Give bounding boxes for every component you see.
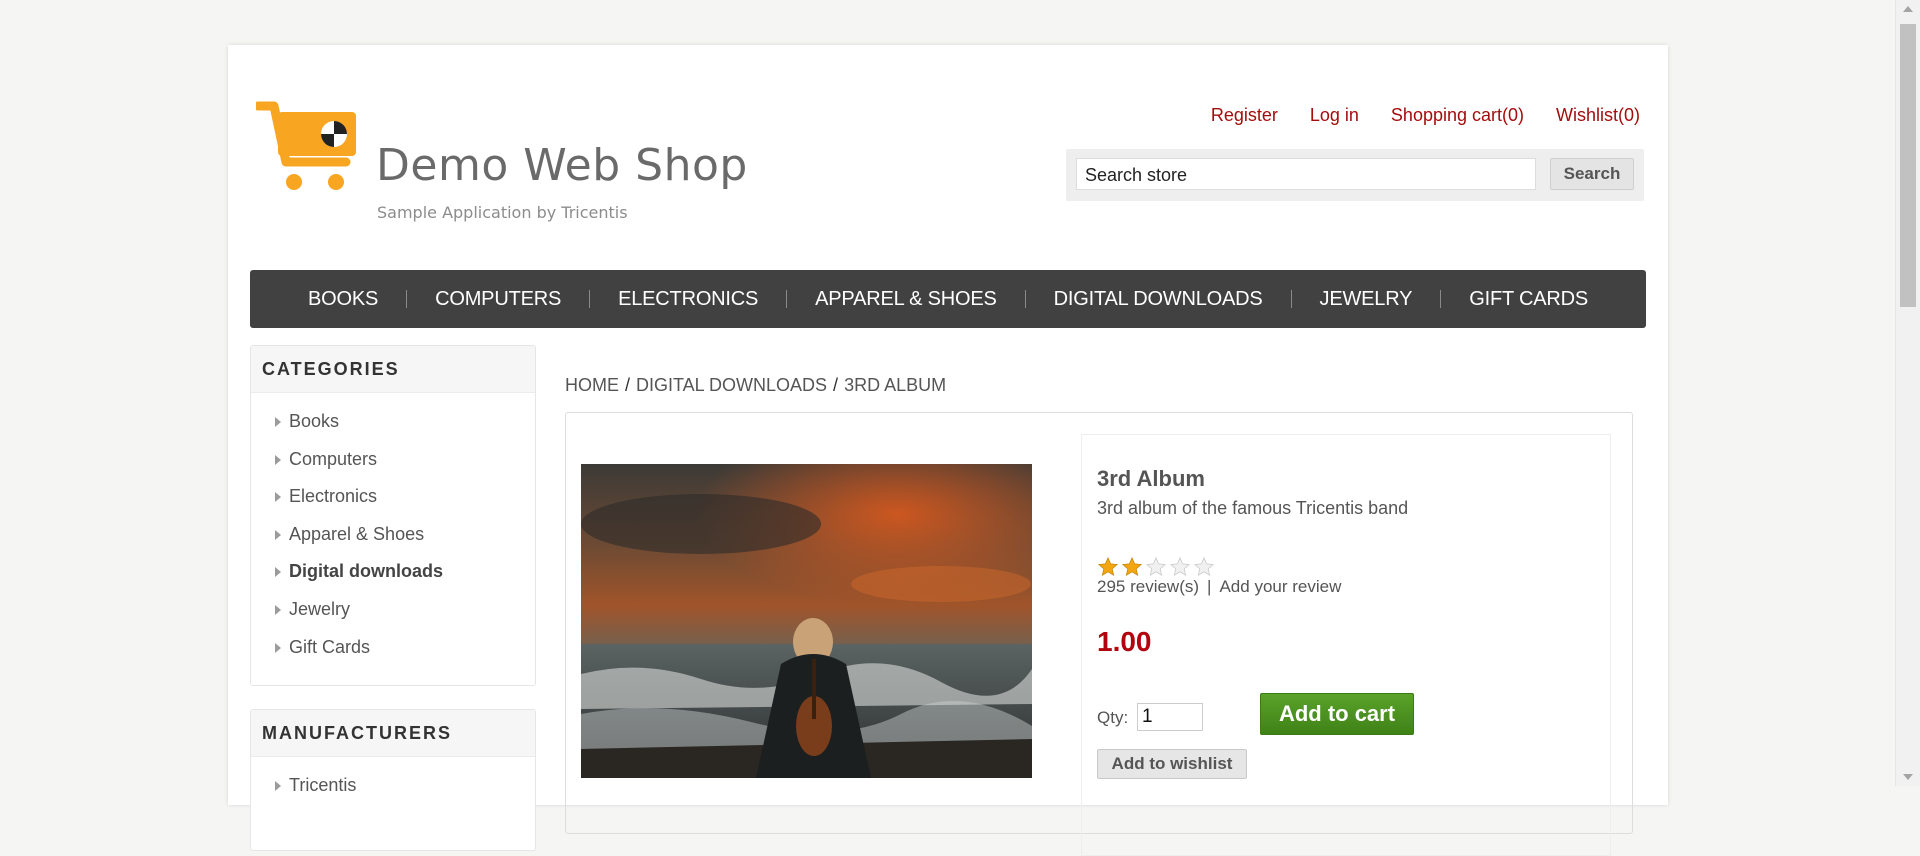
- manufacturers-title: MANUFACTURERS: [251, 710, 535, 757]
- search-box: Search store Search: [1066, 149, 1644, 201]
- breadcrumb-current: 3RD ALBUM: [844, 375, 947, 395]
- product-image[interactable]: [581, 464, 1032, 778]
- category-item-gift-cards[interactable]: Gift Cards: [251, 629, 535, 667]
- triangle-right-icon: [275, 529, 281, 540]
- shopping-cart-logo-icon: [256, 101, 356, 190]
- add-to-wishlist-button[interactable]: Add to wishlist: [1097, 749, 1247, 779]
- manufacturer-label: Tricentis: [289, 775, 357, 795]
- triangle-right-icon: [275, 492, 281, 503]
- login-link[interactable]: Log in: [1310, 105, 1359, 126]
- search-input[interactable]: Search store: [1076, 158, 1536, 190]
- menu-item-digital-downloads[interactable]: DIGITAL DOWNLOADS: [1026, 288, 1291, 311]
- triangle-right-icon: [275, 642, 281, 653]
- scrollbar-thumb[interactable]: [1900, 24, 1916, 307]
- breadcrumb: HOME / DIGITAL DOWNLOADS/3RD ALBUM: [565, 375, 946, 396]
- manufacturer-list: Tricentis: [251, 757, 535, 813]
- search-button[interactable]: Search: [1550, 158, 1634, 190]
- category-label: Apparel & Shoes: [289, 523, 425, 544]
- menu-item-books[interactable]: BOOKS: [280, 288, 406, 311]
- rating-stars: [1097, 556, 1215, 578]
- category-label: Computers: [289, 448, 378, 469]
- page-container: Demo Web Shop Sample Application by Tric…: [228, 45, 1668, 856]
- shopping-cart-link[interactable]: Shopping cart(0): [1391, 105, 1524, 126]
- star-empty-icon: [1169, 556, 1191, 577]
- breadcrumb-separator: /: [833, 375, 839, 395]
- add-to-cart-button[interactable]: Add to cart: [1260, 693, 1414, 735]
- category-list: Books Computers Electronics Apparel & Sh…: [251, 393, 535, 674]
- breadcrumb-home[interactable]: HOME: [565, 375, 619, 395]
- triangle-right-icon: [275, 417, 281, 427]
- category-item-books[interactable]: Books: [251, 403, 535, 441]
- product-overview: 3rd Album 3rd album of the famous Tricen…: [1081, 434, 1611, 856]
- star-empty-icon: [1145, 556, 1167, 577]
- scroll-down-arrow-icon[interactable]: [1903, 774, 1913, 780]
- reviews-link[interactable]: 295 review(s): [1097, 577, 1199, 596]
- header-links: Register Log in Shopping cart(0) Wishlis…: [1211, 105, 1640, 126]
- vertical-scrollbar[interactable]: [1895, 0, 1920, 786]
- menu-item-apparel-shoes[interactable]: APPAREL & SHOES: [787, 288, 1025, 311]
- breadcrumb-category[interactable]: DIGITAL DOWNLOADS: [636, 375, 827, 395]
- categories-title: CATEGORIES: [251, 346, 535, 393]
- category-label: Books: [289, 411, 340, 431]
- wishlist-link[interactable]: Wishlist(0): [1556, 105, 1640, 126]
- album-cover-image: [581, 464, 1032, 778]
- triangle-right-icon: [275, 604, 281, 615]
- register-link[interactable]: Register: [1211, 105, 1278, 126]
- product-short-description: 3rd album of the famous Tricentis band: [1097, 498, 1409, 518]
- category-item-computers[interactable]: Computers: [251, 441, 535, 479]
- top-menu: BOOKS COMPUTERS ELECTRONICS APPAREL & SH…: [250, 270, 1646, 328]
- triangle-right-icon: [275, 567, 281, 578]
- star-filled-icon: [1097, 556, 1119, 577]
- triangle-right-icon: [275, 781, 281, 791]
- category-label: Electronics: [289, 486, 378, 507]
- shop-title: Demo Web Shop: [376, 140, 748, 191]
- quantity-label: Qty:: [1097, 708, 1129, 727]
- add-review-link[interactable]: Add your review: [1219, 577, 1341, 596]
- product-price: 1.00: [1097, 626, 1152, 657]
- scroll-up-arrow-icon[interactable]: [1903, 6, 1913, 12]
- category-label: Jewelry: [289, 598, 351, 619]
- menu-item-electronics[interactable]: ELECTRONICS: [590, 288, 786, 311]
- star-empty-icon: [1193, 556, 1215, 577]
- category-item-apparel-shoes[interactable]: Apparel & Shoes: [251, 516, 535, 554]
- reviews-row: 295 review(s) | Add your review: [1097, 577, 1341, 597]
- category-item-electronics[interactable]: Electronics: [251, 478, 535, 516]
- shop-subtitle: Sample Application by Tricentis: [377, 203, 628, 222]
- product-details: 3rd Album 3rd album of the famous Tricen…: [565, 412, 1633, 856]
- menu-item-jewelry[interactable]: JEWELRY: [1292, 288, 1441, 311]
- product-name: 3rd Album: [1097, 466, 1205, 491]
- store-logo[interactable]: Demo Web Shop Sample Application by Tric…: [256, 100, 747, 230]
- quantity-input[interactable]: 1: [1137, 703, 1203, 731]
- menu-item-gift-cards[interactable]: GIFT CARDS: [1441, 288, 1616, 311]
- reviews-separator: |: [1207, 577, 1212, 596]
- category-item-jewelry[interactable]: Jewelry: [251, 591, 535, 629]
- triangle-right-icon: [275, 454, 281, 465]
- categories-block: CATEGORIES Books Computers Electronics A…: [250, 345, 536, 686]
- category-item-digital-downloads[interactable]: Digital downloads: [251, 553, 535, 591]
- category-label: Gift Cards: [289, 636, 371, 657]
- star-filled-icon: [1121, 556, 1143, 577]
- category-label: Digital downloads: [289, 561, 444, 582]
- menu-item-computers[interactable]: COMPUTERS: [407, 288, 589, 311]
- breadcrumb-separator: /: [625, 375, 631, 395]
- manufacturers-block: MANUFACTURERS Tricentis: [250, 709, 536, 851]
